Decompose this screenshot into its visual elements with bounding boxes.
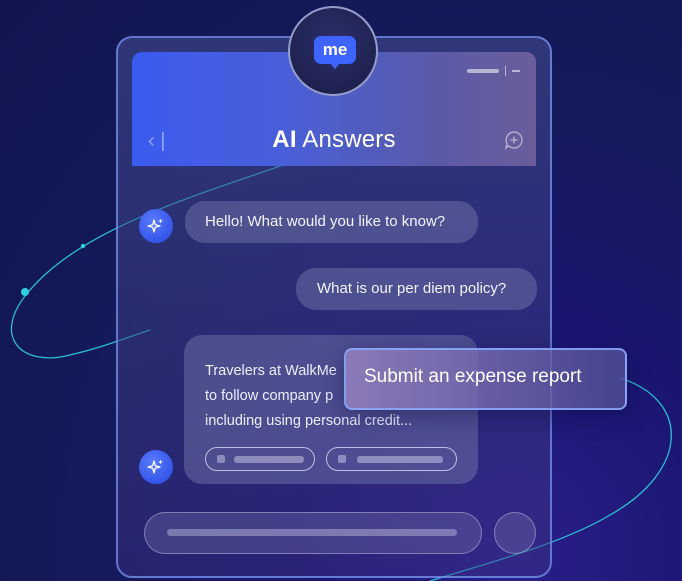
source-chip-2[interactable] [326, 447, 457, 471]
window-controls[interactable] [467, 66, 520, 76]
divider [505, 66, 506, 76]
page-title: AI Answers [272, 126, 396, 153]
assistant-avatar [139, 450, 173, 484]
walkme-logo: me [288, 6, 378, 96]
minimize-icon[interactable] [512, 70, 520, 72]
new-chat-button[interactable] [504, 130, 524, 155]
send-button[interactable] [494, 512, 536, 554]
walkme-logo-icon: me [314, 36, 356, 64]
user-message: What is our per diem policy? [296, 268, 537, 310]
source-chip-1[interactable] [205, 447, 315, 471]
assistant-avatar [139, 209, 173, 243]
chat-input[interactable] [144, 512, 482, 554]
drag-handle-icon[interactable] [467, 69, 499, 73]
assistant-message: Hello! What would you like to know? [185, 201, 478, 243]
sparkle-icon [147, 218, 163, 233]
new-chat-icon [504, 131, 523, 150]
sparkle-icon [147, 459, 163, 474]
suggestion-button[interactable]: Submit an expense report [344, 348, 627, 410]
input-placeholder [167, 529, 457, 536]
